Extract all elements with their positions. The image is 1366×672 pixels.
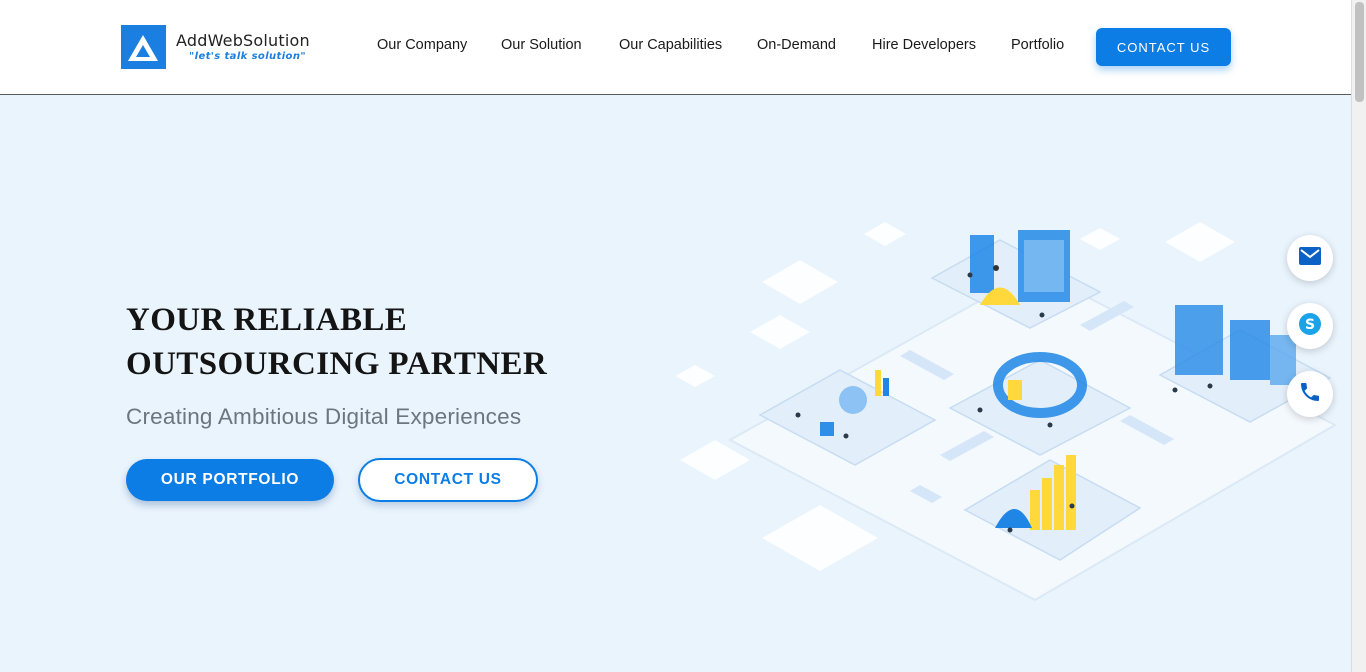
brand-tagline: "let's talk solution" <box>189 51 306 62</box>
brand-logo[interactable]: AddWebSolution "let's talk solution" <box>121 25 310 69</box>
nav-item-our-solution[interactable]: Our Solution <box>501 37 582 53</box>
mail-icon <box>1299 246 1321 270</box>
nav-item-our-capabilities[interactable]: Our Capabilities <box>619 37 722 53</box>
scrollbar-thumb[interactable] <box>1355 2 1364 102</box>
logo-triangle-icon <box>121 25 166 69</box>
brand-name: AddWebSolution <box>176 31 310 50</box>
skype-float-button[interactable]: S <box>1287 303 1333 349</box>
phone-float-button[interactable] <box>1287 371 1333 417</box>
hero-title: YOUR RELIABLE OUTSOURCING PARTNER <box>126 298 547 386</box>
hero-subtitle: Creating Ambitious Digital Experiences <box>126 404 522 429</box>
hero-title-line-1: YOUR RELIABLE <box>126 302 408 338</box>
isometric-data-city-illustration <box>670 210 1350 610</box>
hero-contact-button[interactable]: CONTACT US <box>358 458 538 502</box>
site-header: AddWebSolution "let's talk solution" Our… <box>0 0 1351 95</box>
nav-item-on-demand[interactable]: On-Demand <box>757 37 836 53</box>
page-scrollbar[interactable] <box>1351 0 1366 672</box>
our-portfolio-button[interactable]: OUR PORTFOLIO <box>126 459 334 501</box>
nav-item-hire-developers[interactable]: Hire Developers <box>872 37 976 53</box>
nav-item-our-company[interactable]: Our Company <box>377 37 467 53</box>
svg-text:S: S <box>1305 317 1315 333</box>
skype-icon: S <box>1298 312 1322 341</box>
hero-title-line-2: OUTSOURCING PARTNER <box>126 346 548 382</box>
logo-text: AddWebSolution "let's talk solution" <box>176 31 310 62</box>
header-contact-button[interactable]: CONTACT US <box>1096 28 1231 66</box>
nav-item-portfolio[interactable]: Portfolio <box>1011 37 1064 53</box>
phone-icon <box>1298 380 1322 409</box>
mail-float-button[interactable] <box>1287 235 1333 281</box>
